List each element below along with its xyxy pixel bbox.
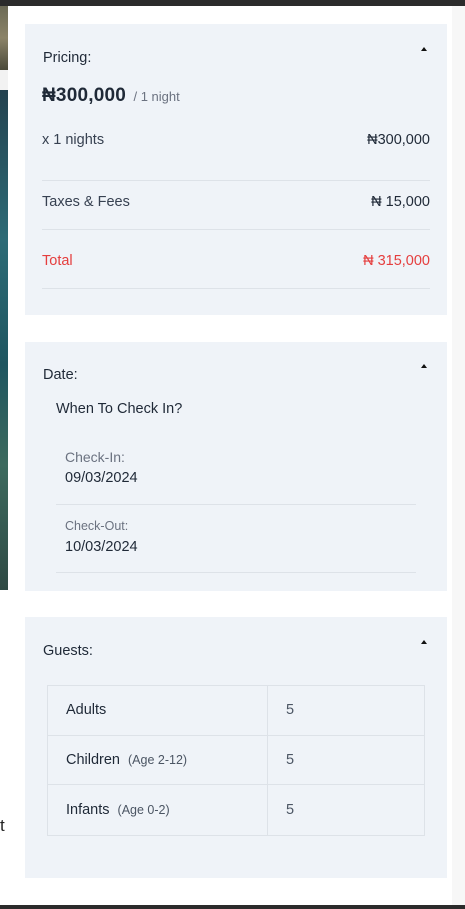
nights-row: x 1 nights ₦300,000: [42, 132, 430, 148]
backdrop-text: t: [0, 816, 5, 835]
total-row: Total ₦ 315,000: [42, 253, 430, 269]
total-amount: ₦ 315,000: [363, 253, 430, 269]
booking-modal: Pricing: ₦300,000 / 1 night x 1 nights ₦…: [8, 6, 452, 905]
age-range: (Age 2-12): [128, 752, 188, 767]
total-label: Total: [42, 253, 73, 269]
checkin-label: Check-In:: [65, 449, 125, 465]
pricing-title: Pricing:: [43, 50, 92, 66]
price-amount: ₦300,000: [42, 85, 127, 106]
backdrop-content: [0, 590, 8, 909]
taxes-amount: ₦ 15,000: [371, 194, 430, 210]
guest-type-infants: Infants (Age 0-2): [48, 785, 268, 835]
pricing-card: Pricing: ₦300,000 / 1 night x 1 nights ₦…: [25, 24, 447, 315]
checkout-label: Check-Out:: [65, 519, 129, 533]
backdrop-gap: [0, 70, 8, 90]
guests-table: Adults 5 Children (Age 2-12) 5 Infants (…: [47, 685, 425, 836]
caret-up-icon[interactable]: [421, 47, 427, 51]
caret-up-icon[interactable]: [421, 640, 427, 644]
taxes-label: Taxes & Fees: [42, 194, 130, 210]
table-row: Adults 5: [48, 686, 424, 736]
backdrop-photo: [0, 6, 8, 70]
pricing-header[interactable]: Pricing:: [43, 50, 429, 66]
date-card: Date: When To Check In? Check-In: 09/03/…: [25, 342, 447, 591]
backdrop-right-edge: [452, 6, 465, 905]
table-row: Infants (Age 0-2) 5: [48, 785, 424, 835]
price-unit: / 1 night: [133, 89, 180, 104]
guests-card: Guests: Adults 5 Children (Age 2-12) 5 I…: [25, 617, 447, 878]
checkout-date[interactable]: 10/03/2024: [65, 539, 138, 555]
guest-type-children: Children (Age 2-12): [48, 735, 268, 784]
divider: [42, 229, 430, 230]
guests-header[interactable]: Guests:: [43, 643, 429, 659]
backdrop-photo: [0, 90, 8, 590]
nights-amount: ₦300,000: [367, 132, 430, 148]
nights-label: x 1 nights: [42, 132, 105, 148]
adults-count[interactable]: 5: [268, 686, 424, 735]
divider: [42, 180, 430, 181]
guest-label: Children: [66, 751, 120, 768]
date-title: Date:: [43, 367, 78, 383]
guests-title: Guests:: [43, 643, 93, 659]
table-row: Children (Age 2-12) 5: [48, 735, 424, 785]
guest-type-adults: Adults: [48, 686, 268, 735]
nightly-price: ₦300,000 / 1 night: [42, 85, 180, 107]
taxes-row: Taxes & Fees ₦ 15,000: [42, 194, 430, 210]
divider: [56, 504, 416, 505]
date-header[interactable]: Date:: [43, 367, 429, 383]
divider: [42, 288, 430, 289]
infants-count[interactable]: 5: [268, 785, 424, 835]
age-range: (Age 0-2): [117, 802, 170, 817]
guest-label: Adults: [66, 702, 107, 719]
backdrop-bottom-bar: [0, 905, 465, 909]
checkin-date[interactable]: 09/03/2024: [65, 470, 138, 486]
children-count[interactable]: 5: [268, 736, 424, 785]
checkin-question: When To Check In?: [56, 401, 183, 417]
divider: [56, 572, 416, 573]
caret-up-icon[interactable]: [421, 364, 427, 368]
guest-label: Infants: [66, 801, 110, 818]
